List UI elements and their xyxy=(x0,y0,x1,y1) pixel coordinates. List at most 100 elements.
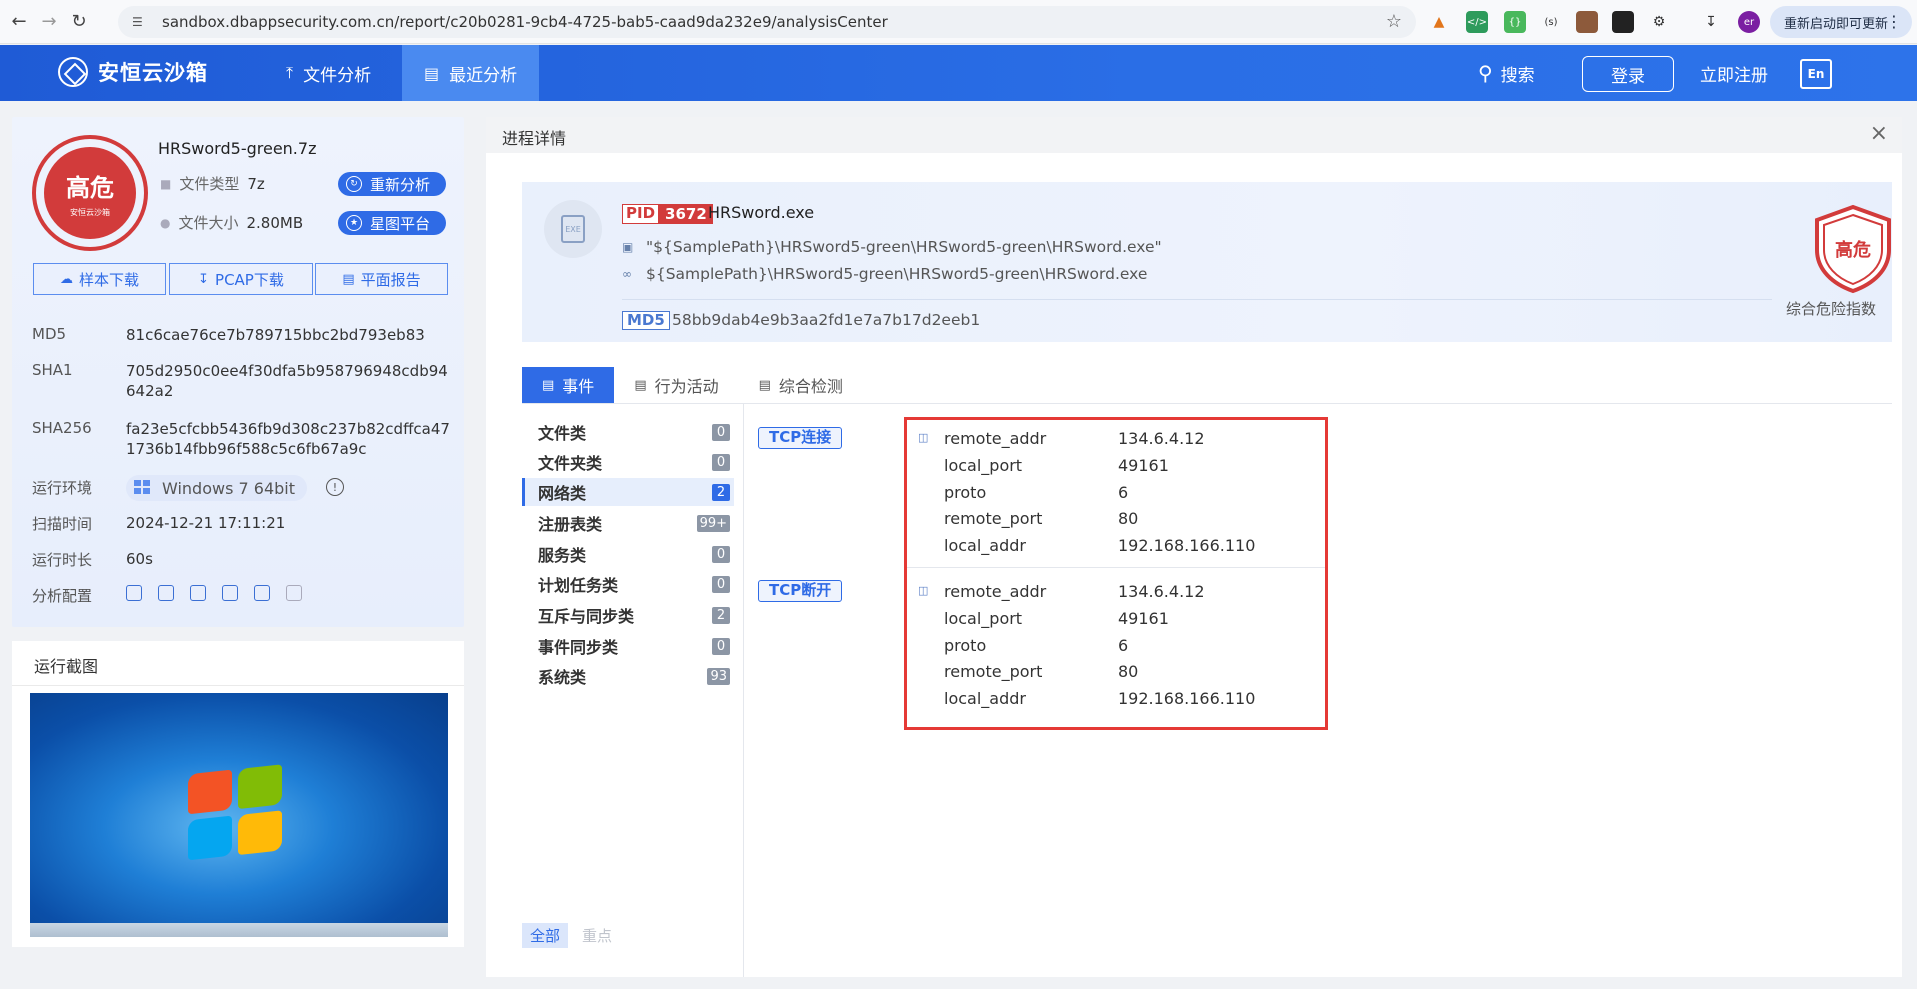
cloud-download-icon: ☁ xyxy=(59,271,73,287)
env-tag: Windows 7 64bit xyxy=(126,475,308,501)
category-label: 系统类 xyxy=(538,668,587,687)
download-pcap-button[interactable]: ↧ PCAP下载 xyxy=(169,263,313,295)
category-label: 网络类 xyxy=(538,484,587,503)
config-option-icon[interactable] xyxy=(126,585,142,601)
more-vert-icon[interactable]: ⋮ xyxy=(1886,12,1902,31)
category-label: 文件类 xyxy=(538,424,587,443)
download-sample-button[interactable]: ☁ 样本下载 xyxy=(33,263,166,295)
extension-icon[interactable] xyxy=(1612,11,1634,33)
duration-value: 60s xyxy=(126,550,153,568)
risk-level-seal: 高危 安恒云沙箱 xyxy=(32,135,148,251)
tab-events[interactable]: ▤ 事件 xyxy=(522,367,615,403)
tab-behavior[interactable]: ▤ 行为活动 xyxy=(614,367,738,403)
config-option-icon[interactable] xyxy=(254,585,270,601)
tab-detection[interactable]: ▤ 综合检测 xyxy=(739,367,863,403)
list-doc-icon: ▤ xyxy=(424,63,440,83)
divider xyxy=(743,404,744,977)
extension-icon[interactable]: {} xyxy=(1504,11,1526,33)
xingtu-platform-button[interactable]: ★ 星图平台 xyxy=(338,211,446,235)
process-info-card: EXE PID 3672 HRSword.exe ▣ "${SamplePath… xyxy=(522,182,1892,342)
pid-value: 3672 xyxy=(659,204,713,224)
category-label: 注册表类 xyxy=(538,515,603,534)
category-network[interactable]: 网络类 2 xyxy=(522,478,734,506)
event-tag: TCP断开 xyxy=(758,580,843,602)
filter-key[interactable]: 重点 xyxy=(574,923,620,948)
folder-icon: ■ xyxy=(160,176,172,191)
download-icon[interactable]: ↧ xyxy=(1700,11,1722,33)
app-header: 安恒云沙箱 ⤒ 文件分析 ▤ 最近分析 ⚲ 搜索 登录 立即注册 En xyxy=(0,45,1917,101)
nav-label: 最近分析 xyxy=(449,65,518,86)
sha256-label: SHA256 xyxy=(32,419,92,437)
category-system[interactable]: 系统类 93 xyxy=(522,662,734,690)
category-scheduled-task[interactable]: 计划任务类 0 xyxy=(522,570,734,598)
divider xyxy=(622,299,1772,300)
panel-header: 进程详情 × xyxy=(486,117,1902,153)
category-count: 2 xyxy=(712,484,730,501)
highlight-annotation-box xyxy=(904,417,1328,730)
category-file[interactable]: 文件类 0 xyxy=(522,418,734,446)
metamask-extension-icon[interactable]: ▲ xyxy=(1428,11,1450,33)
extension-icon[interactable]: (s) xyxy=(1540,11,1562,33)
path-row: ∞ ${SamplePath}\HRSword5-green\HRSword5-… xyxy=(622,265,1147,283)
restart-update-button[interactable]: 重新启动即可更新 ⋮ xyxy=(1770,6,1912,38)
site-settings-icon[interactable]: ☰ xyxy=(132,15,150,29)
filter-all[interactable]: 全部 xyxy=(522,923,569,948)
config-option-icon[interactable] xyxy=(222,585,238,601)
nav-label: 文件分析 xyxy=(303,65,372,86)
file-name: HRSword5-green.7z xyxy=(158,139,317,158)
reanalyze-label: 重新分析 xyxy=(370,175,431,194)
back-icon[interactable]: ← xyxy=(8,11,30,33)
filter-tabs: 全部 重点 xyxy=(522,923,620,948)
nav-file-analysis[interactable]: ⤒ 文件分析 xyxy=(264,45,393,101)
nav-recent-analysis[interactable]: ▤ 最近分析 xyxy=(402,45,540,101)
reanalyze-button[interactable]: ↻ 重新分析 xyxy=(338,172,446,196)
report-button[interactable]: ▤ 平面报告 xyxy=(315,263,448,295)
file-size-label: 文件大小 xyxy=(178,214,239,232)
download-box-icon: ↧ xyxy=(198,271,210,287)
category-count: 0 xyxy=(712,424,730,441)
config-option-icon[interactable] xyxy=(286,585,302,601)
category-mutex[interactable]: 互斥与同步类 2 xyxy=(522,601,734,629)
extension-icon[interactable]: </> xyxy=(1466,11,1488,33)
file-summary-card: 高危 安恒云沙箱 HRSword5-green.7z ■ 文件类型 7z ● 文… xyxy=(12,117,464,627)
extension-icon[interactable] xyxy=(1576,11,1598,33)
category-event-sync[interactable]: 事件同步类 0 xyxy=(522,632,734,660)
category-label: 事件同步类 xyxy=(538,638,619,657)
search-button[interactable]: ⚲ 搜索 xyxy=(1478,45,1535,101)
behavior-icon: ▤ xyxy=(634,377,647,393)
login-button[interactable]: 登录 xyxy=(1582,56,1674,92)
extensions-puzzle-icon[interactable]: ⚙ xyxy=(1648,11,1670,33)
link-icon: ∞ xyxy=(622,267,632,281)
risk-seal-subtext: 安恒云沙箱 xyxy=(70,208,110,217)
bookmark-star-icon[interactable]: ☆ xyxy=(1386,11,1402,32)
category-folder[interactable]: 文件夹类 0 xyxy=(522,448,734,476)
category-count: 0 xyxy=(712,546,730,563)
reload-icon[interactable]: ↻ xyxy=(68,11,90,33)
address-bar[interactable]: ☰ sandbox.dbappsecurity.com.cn/report/c2… xyxy=(118,6,1416,38)
download-sample-label: 样本下载 xyxy=(78,270,139,289)
windows-logo-icon xyxy=(134,480,152,496)
category-service[interactable]: 服务类 0 xyxy=(522,540,734,568)
file-size-row: ● 文件大小 2.80MB xyxy=(160,212,303,233)
search-label: 搜索 xyxy=(1500,65,1535,86)
profile-avatar[interactable]: er xyxy=(1738,11,1760,33)
config-option-icon[interactable] xyxy=(158,585,174,601)
logo[interactable]: 安恒云沙箱 xyxy=(58,57,208,87)
category-registry[interactable]: 注册表类 99+ xyxy=(522,509,734,537)
config-option-icon[interactable] xyxy=(190,585,206,601)
register-link[interactable]: 立即注册 xyxy=(1700,45,1768,101)
forward-icon[interactable]: → xyxy=(38,11,60,33)
category-count: 93 xyxy=(707,668,730,685)
screenshot-card: 运行截图 xyxy=(12,641,464,947)
url-text[interactable]: sandbox.dbappsecurity.com.cn/report/c20b… xyxy=(162,13,888,31)
language-switch-icon[interactable]: En xyxy=(1800,59,1832,89)
close-icon[interactable]: × xyxy=(1870,121,1888,146)
env-value: Windows 7 64bit xyxy=(162,478,296,498)
path-value: ${SamplePath}\HRSword5-green\HRSword5-gr… xyxy=(646,265,1148,283)
info-icon[interactable]: ! xyxy=(326,478,344,496)
risk-index-caption: 综合危险指数 xyxy=(1786,300,1877,318)
file-type-row: ■ 文件类型 7z xyxy=(160,173,265,194)
tab-label: 事件 xyxy=(562,377,595,396)
category-count: 0 xyxy=(712,576,730,593)
run-screenshot-image[interactable] xyxy=(30,693,448,937)
